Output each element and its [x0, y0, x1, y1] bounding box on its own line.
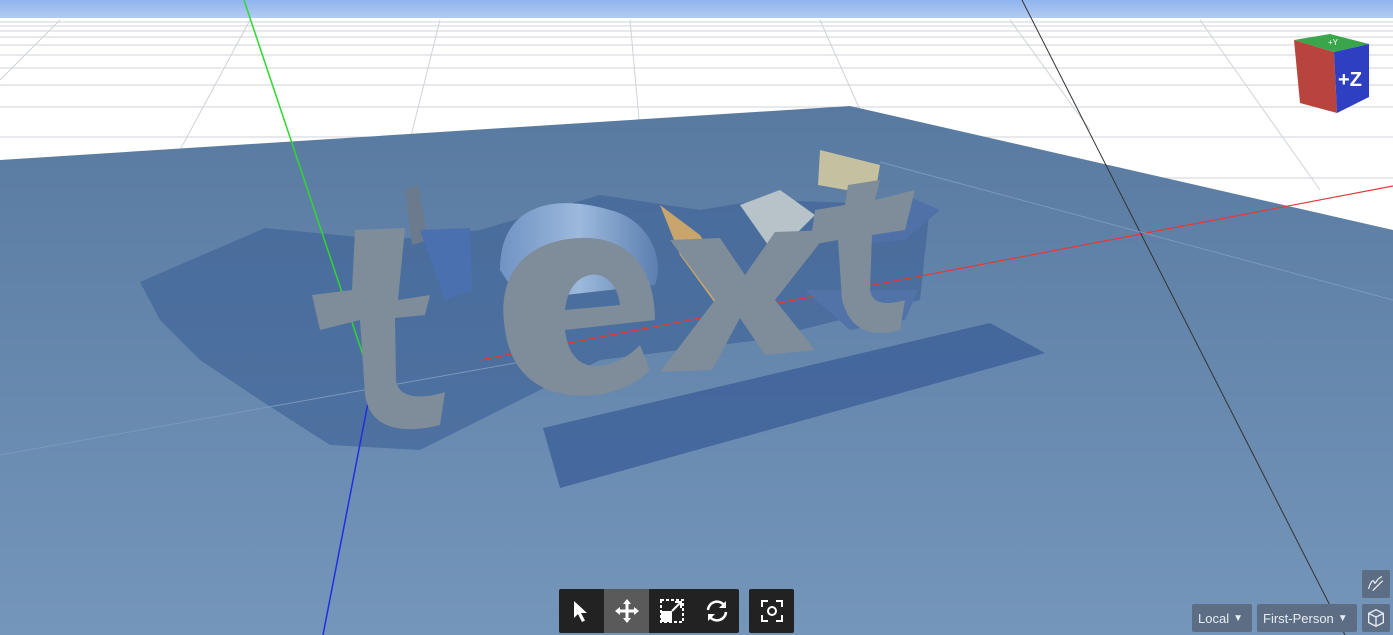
move-tool-button[interactable] — [604, 589, 649, 633]
scale-box-icon — [659, 599, 684, 623]
focus-toolbar — [749, 589, 794, 633]
sketch-icon — [1367, 575, 1384, 592]
transform-toolbar — [559, 589, 739, 633]
chevron-down-icon: ▼ — [1233, 612, 1243, 624]
nav-cube-top-label: +Y — [1328, 38, 1339, 47]
focus-target-icon — [760, 600, 783, 622]
camera-mode-select[interactable]: First-Person ▼ — [1257, 604, 1357, 632]
camera-mode-value: First-Person — [1263, 610, 1334, 626]
scale-tool-button[interactable] — [649, 589, 694, 633]
3d-viewport[interactable]: +Z +Y — [0, 0, 1393, 635]
chevron-down-icon: ▼ — [1337, 612, 1348, 624]
transform-space-value: Local — [1198, 610, 1230, 626]
sketch-button[interactable] — [1362, 570, 1390, 598]
3d-view-icon — [1367, 608, 1385, 628]
sky — [0, 0, 1393, 20]
3d-view-button[interactable] — [1362, 604, 1390, 632]
rotate-arrows-icon — [706, 600, 727, 622]
arrow-cursor-icon — [573, 601, 587, 622]
nav-cube[interactable]: +Z +Y — [1294, 34, 1369, 113]
select-tool-button[interactable] — [559, 589, 604, 633]
move-arrows-icon — [614, 599, 639, 623]
focus-button[interactable] — [749, 589, 794, 633]
nav-cube-front-label: +Z — [1338, 69, 1362, 91]
rotate-tool-button[interactable] — [694, 589, 739, 633]
transform-space-select[interactable]: Local ▼ — [1192, 604, 1252, 632]
